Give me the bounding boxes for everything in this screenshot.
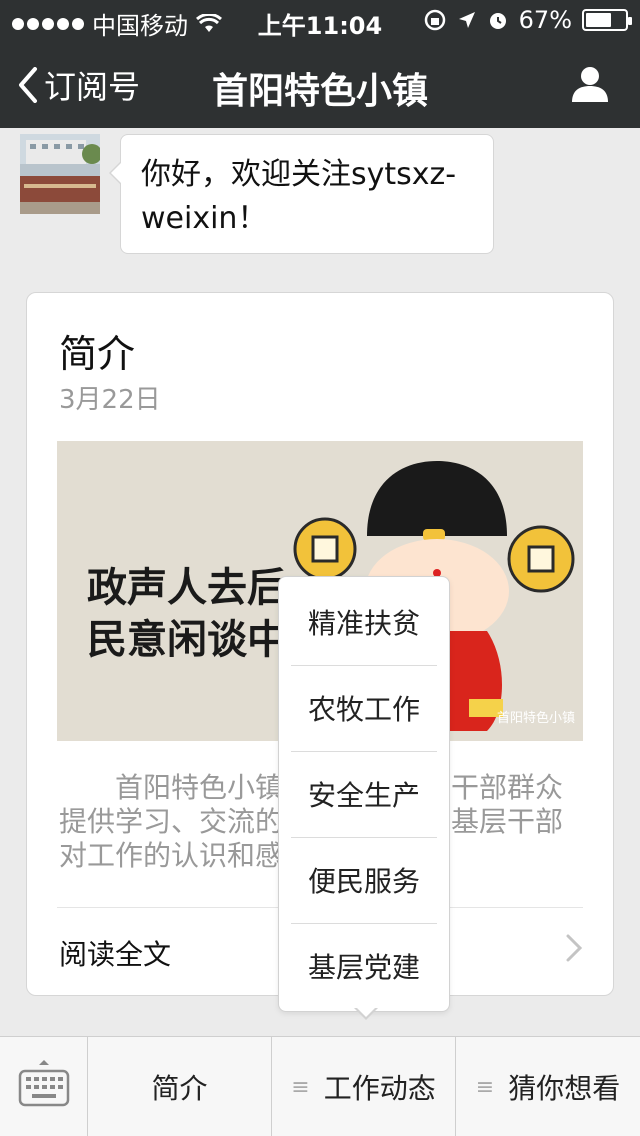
submenu-item-safety[interactable]: 安全生产 bbox=[291, 753, 437, 839]
submenu-divider bbox=[291, 837, 437, 838]
cover-text-line2: 民意闲谈中 bbox=[87, 616, 287, 663]
menu-work-updates[interactable]: ≡ 工作动态 bbox=[272, 1037, 456, 1136]
nav-bar: 订阅号 首阳特色小镇 bbox=[0, 40, 640, 128]
menu-recommend[interactable]: ≡ 猜你想看 bbox=[456, 1037, 640, 1136]
alarm-icon bbox=[489, 13, 506, 29]
cover-watermark: 首阳特色小镇 bbox=[497, 710, 575, 726]
popup-pointer-inner bbox=[356, 1007, 376, 1017]
person-icon bbox=[572, 67, 608, 102]
menu-lines-icon: ≡ bbox=[475, 1074, 495, 1100]
battery-percent: 67% bbox=[518, 6, 572, 34]
submenu-divider bbox=[291, 751, 437, 752]
article-title: 简介 bbox=[59, 332, 136, 376]
submenu-item-poverty-alleviation[interactable]: 精准扶贫 bbox=[291, 581, 437, 667]
menu-intro-label: 简介 bbox=[151, 1072, 208, 1105]
keyboard-icon bbox=[18, 1060, 70, 1107]
menu-work-updates-label: 工作动态 bbox=[323, 1072, 436, 1105]
keyboard-toggle-button[interactable] bbox=[0, 1037, 88, 1136]
cover-text-line1: 政声人去后 bbox=[87, 564, 287, 611]
menu-intro[interactable]: 简介 bbox=[88, 1037, 272, 1136]
welcome-message-text: 你好，欢迎关注sytsxz-weixin！ bbox=[141, 157, 457, 236]
read-more-link[interactable]: 阅读全文 bbox=[59, 933, 171, 973]
article-date: 3月22日 bbox=[59, 385, 161, 415]
welcome-message-bubble: 你好，欢迎关注sytsxz-weixin！ bbox=[109, 134, 494, 254]
submenu-divider bbox=[291, 665, 437, 666]
chevron-right-icon bbox=[566, 934, 583, 962]
submenu-item-party-building[interactable]: 基层党建 bbox=[291, 925, 437, 1011]
rotation-lock-icon bbox=[424, 9, 445, 31]
submenu-divider bbox=[291, 923, 437, 924]
menu-recommend-label: 猜你想看 bbox=[508, 1072, 621, 1105]
bottom-menu-bar: 简介 ≡ 工作动态 ≡ 猜你想看 bbox=[0, 1036, 640, 1136]
account-avatar[interactable] bbox=[20, 134, 100, 214]
menu-lines-icon: ≡ bbox=[291, 1074, 310, 1100]
status-bar: 中国移动 上午11:04 67% bbox=[0, 0, 640, 40]
submenu-popup: 精准扶贫 农牧工作 安全生产 便民服务 基层党建 bbox=[278, 576, 450, 1012]
submenu-item-agriculture[interactable]: 农牧工作 bbox=[291, 667, 437, 753]
submenu-item-public-service[interactable]: 便民服务 bbox=[291, 839, 437, 925]
page-title: 首阳特色小镇 bbox=[211, 71, 428, 112]
location-icon bbox=[458, 12, 475, 28]
profile-button[interactable] bbox=[570, 64, 610, 108]
battery-icon bbox=[582, 9, 632, 31]
